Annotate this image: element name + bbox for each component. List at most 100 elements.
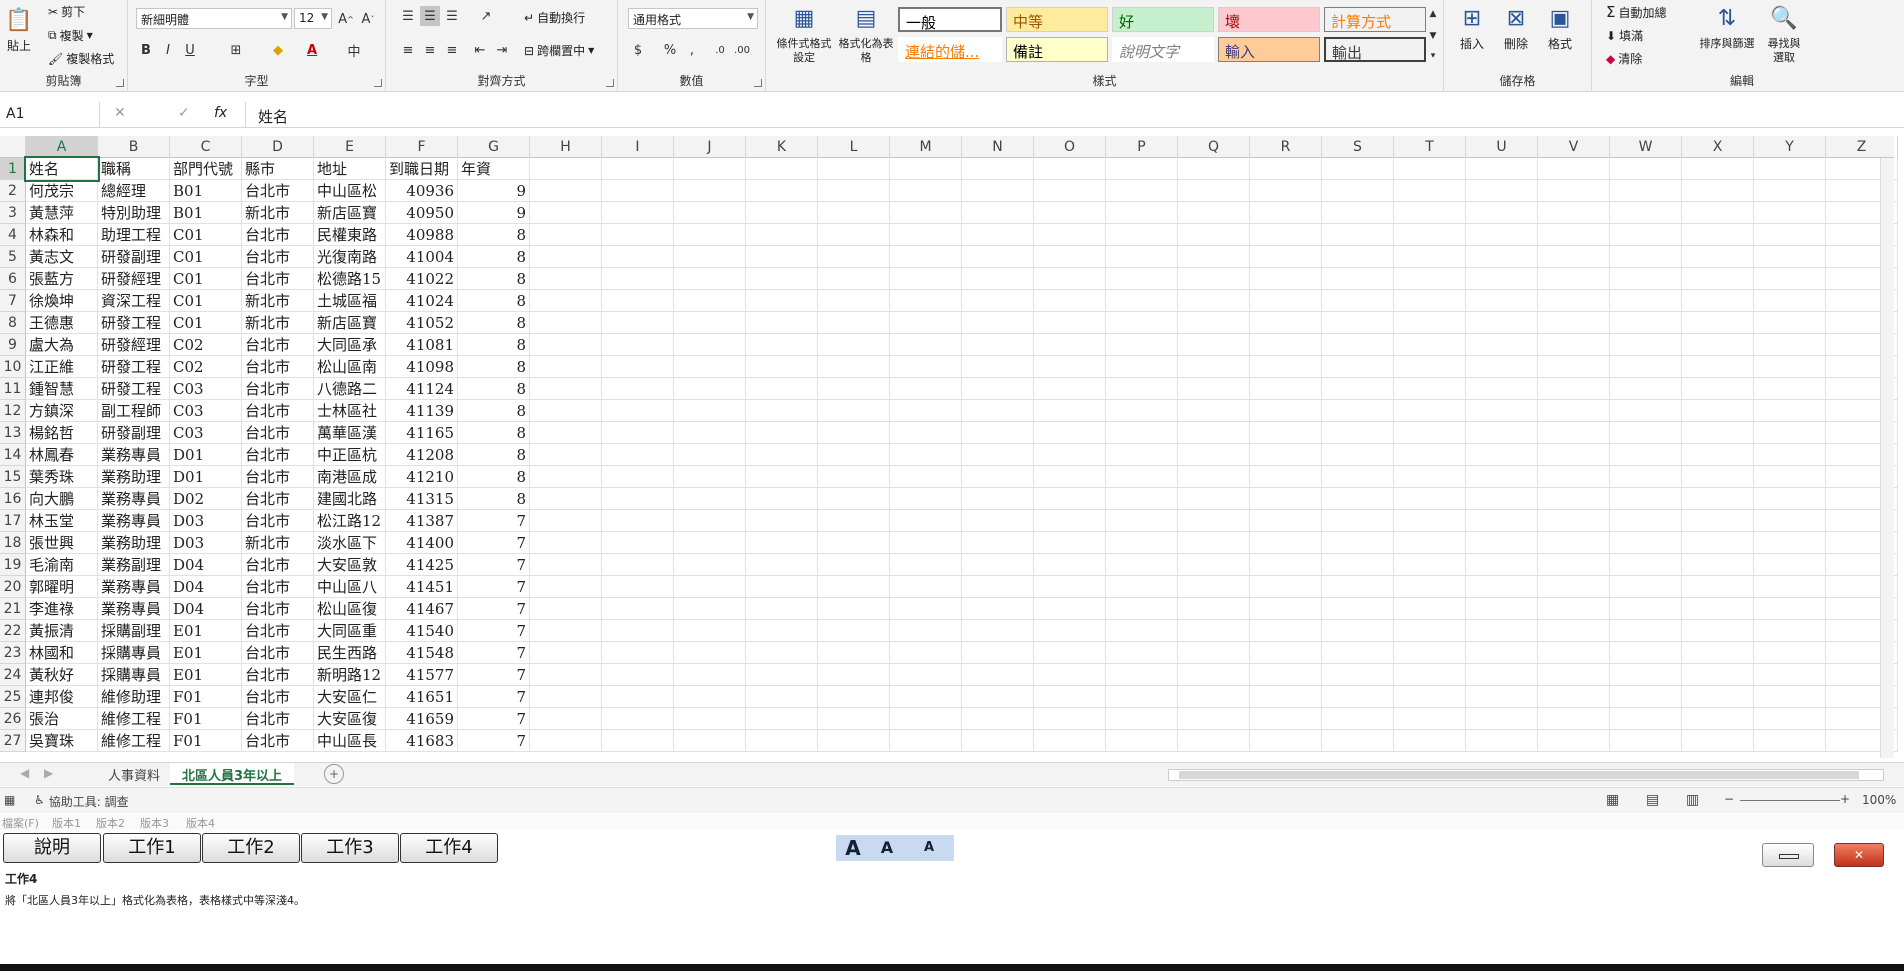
data-cell[interactable]: C01	[170, 224, 242, 246]
data-cell[interactable]	[962, 378, 1034, 400]
data-cell[interactable]	[1610, 180, 1682, 202]
data-cell[interactable]: C01	[170, 290, 242, 312]
data-cell[interactable]	[1034, 246, 1106, 268]
column-header[interactable]: M	[890, 136, 962, 158]
data-cell[interactable]: 研發副理	[98, 422, 170, 444]
data-cell[interactable]	[1538, 576, 1610, 598]
data-cell[interactable]: 7	[458, 708, 530, 730]
style-neutral[interactable]: 中等	[1006, 7, 1108, 32]
data-cell[interactable]: D03	[170, 510, 242, 532]
data-cell[interactable]	[1682, 290, 1754, 312]
data-cell[interactable]: 毛渝南	[26, 554, 98, 576]
data-cell[interactable]	[1394, 378, 1466, 400]
data-cell[interactable]	[1322, 312, 1394, 334]
data-cell[interactable]: C02	[170, 334, 242, 356]
data-cell[interactable]	[674, 488, 746, 510]
data-cell[interactable]	[1106, 466, 1178, 488]
data-cell[interactable]	[962, 422, 1034, 444]
data-cell[interactable]	[1610, 532, 1682, 554]
data-cell[interactable]	[1682, 422, 1754, 444]
data-cell[interactable]	[602, 444, 674, 466]
data-cell[interactable]	[890, 202, 962, 224]
column-header[interactable]: P	[1106, 136, 1178, 158]
header-cell[interactable]	[1466, 158, 1538, 180]
find-select-button[interactable]: 🔍 尋找與選取	[1764, 4, 1804, 65]
data-cell[interactable]	[1682, 202, 1754, 224]
data-cell[interactable]	[890, 290, 962, 312]
data-cell[interactable]	[530, 246, 602, 268]
data-cell[interactable]	[1250, 730, 1322, 752]
row-header[interactable]: 21	[0, 598, 26, 620]
data-cell[interactable]	[1466, 312, 1538, 334]
data-cell[interactable]	[1466, 268, 1538, 290]
data-cell[interactable]: 41387	[386, 510, 458, 532]
version-4[interactable]: 版本4	[186, 815, 215, 831]
data-cell[interactable]: F01	[170, 686, 242, 708]
data-cell[interactable]	[818, 620, 890, 642]
data-cell[interactable]	[818, 598, 890, 620]
row-header[interactable]: 11	[0, 378, 26, 400]
data-cell[interactable]	[818, 488, 890, 510]
data-cell[interactable]	[962, 466, 1034, 488]
data-cell[interactable]: 業務專員	[98, 576, 170, 598]
data-cell[interactable]	[1610, 356, 1682, 378]
data-cell[interactable]	[530, 554, 602, 576]
data-cell[interactable]	[530, 598, 602, 620]
data-cell[interactable]	[1466, 334, 1538, 356]
data-cell[interactable]: 大同區承	[314, 334, 386, 356]
data-cell[interactable]: 何茂宗	[26, 180, 98, 202]
delete-button[interactable]: ⊠ 刪除	[1498, 4, 1534, 52]
row-header[interactable]: 20	[0, 576, 26, 598]
data-cell[interactable]	[602, 268, 674, 290]
data-cell[interactable]: 7	[458, 642, 530, 664]
data-cell[interactable]: 台北市	[242, 708, 314, 730]
data-cell[interactable]	[1610, 400, 1682, 422]
data-cell[interactable]: 採購專員	[98, 664, 170, 686]
data-cell[interactable]: C01	[170, 268, 242, 290]
data-cell[interactable]	[1682, 246, 1754, 268]
data-cell[interactable]	[746, 290, 818, 312]
data-cell[interactable]	[1106, 268, 1178, 290]
data-cell[interactable]	[1322, 444, 1394, 466]
data-cell[interactable]	[818, 686, 890, 708]
data-cell[interactable]	[818, 664, 890, 686]
row-header[interactable]: 9	[0, 334, 26, 356]
increase-decimal-button[interactable]: .0	[710, 40, 730, 60]
underline-button[interactable]: U	[180, 40, 200, 60]
column-header[interactable]: B	[98, 136, 170, 158]
data-cell[interactable]: 8	[458, 444, 530, 466]
data-cell[interactable]	[1250, 664, 1322, 686]
data-cell[interactable]: 士林區社	[314, 400, 386, 422]
number-format-combo[interactable]: 通用格式 ▼	[628, 8, 758, 29]
data-cell[interactable]	[818, 642, 890, 664]
data-cell[interactable]	[602, 422, 674, 444]
data-cell[interactable]	[962, 202, 1034, 224]
data-cell[interactable]	[1466, 664, 1538, 686]
data-cell[interactable]	[1538, 334, 1610, 356]
data-cell[interactable]: 黃秋好	[26, 664, 98, 686]
data-cell[interactable]: 黃志文	[26, 246, 98, 268]
data-cell[interactable]	[674, 686, 746, 708]
style-explanatory[interactable]: 說明文字	[1112, 37, 1214, 62]
row-header[interactable]: 5	[0, 246, 26, 268]
data-cell[interactable]	[1034, 620, 1106, 642]
data-cell[interactable]: D04	[170, 554, 242, 576]
align-right-button[interactable]: ≡	[442, 40, 462, 60]
fill-button[interactable]: ⬇ 填滿	[1606, 27, 1643, 44]
header-cell[interactable]	[1034, 158, 1106, 180]
data-cell[interactable]	[1754, 334, 1826, 356]
vertical-scrollbar[interactable]	[1880, 158, 1894, 758]
data-cell[interactable]	[1610, 642, 1682, 664]
data-cell[interactable]	[890, 312, 962, 334]
data-cell[interactable]	[1322, 268, 1394, 290]
data-cell[interactable]: C01	[170, 246, 242, 268]
data-cell[interactable]	[746, 598, 818, 620]
data-cell[interactable]	[1754, 202, 1826, 224]
data-cell[interactable]	[1466, 224, 1538, 246]
data-cell[interactable]	[1538, 356, 1610, 378]
data-cell[interactable]	[1394, 334, 1466, 356]
data-cell[interactable]: 台北市	[242, 378, 314, 400]
data-cell[interactable]	[1538, 290, 1610, 312]
cancel-icon[interactable]: ✕	[114, 105, 126, 121]
data-cell[interactable]	[1682, 268, 1754, 290]
